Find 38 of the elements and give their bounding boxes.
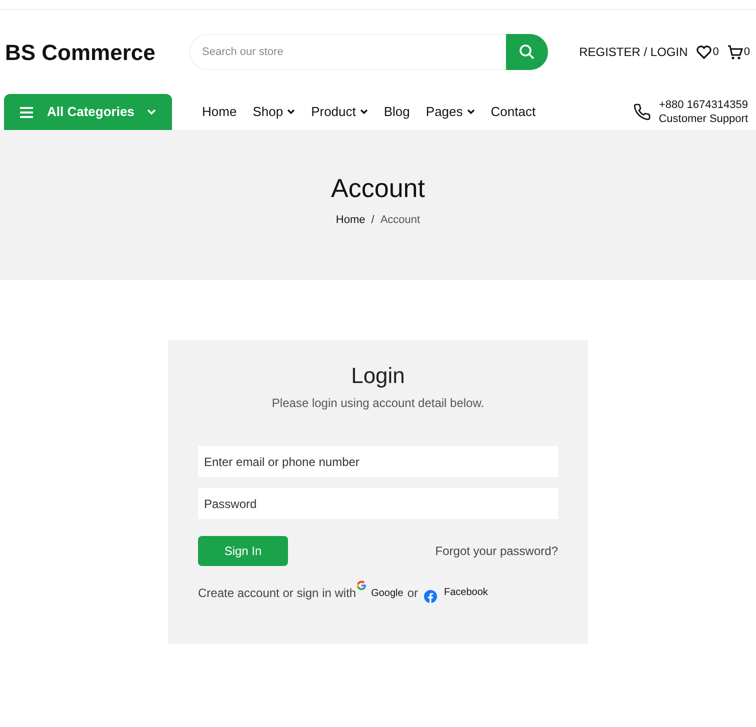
or-text: or [407,585,418,602]
nav-link[interactable]: Contact [490,102,536,122]
facebook-link[interactable]: Facebook [444,585,488,600]
search-button[interactable] [506,34,548,70]
nav-link[interactable]: Home [202,102,237,122]
breadcrumb-item[interactable]: Home [336,212,366,228]
phone-icon [632,103,651,121]
support-label: Customer Support [658,112,748,126]
nav-link[interactable]: Product [311,102,368,122]
nav-link[interactable]: Pages [426,102,475,122]
menu-icon [20,106,33,118]
wishlist-count: 0 [712,44,719,60]
social-prompt: Create account or sign in with [198,585,356,602]
google-link[interactable]: Google [371,586,404,601]
cart-icon[interactable] [726,44,743,60]
forgot-password-link[interactable]: Forgot your password? [435,542,558,560]
page-title: Account [331,172,425,204]
chevron-down-icon [147,109,156,115]
breadcrumb-item: Account [380,213,420,228]
login-subtitle: Please login using account detail below. [270,395,486,412]
cart-count: 0 [744,44,750,60]
chevron-down-icon [287,109,296,115]
chevron-down-icon [466,109,475,115]
facebook-icon[interactable] [424,590,438,603]
heart-icon[interactable] [696,45,712,59]
support-phone[interactable]: +880 1674314359 [658,98,748,112]
email-field[interactable]: Enter email or phone number [198,446,558,477]
breadcrumb-separator: / [371,213,374,228]
nav-link[interactable]: Shop [252,102,296,122]
register-login-link[interactable]: REGISTER / LOGIN [579,43,688,61]
nav-link[interactable]: Blog [384,102,410,122]
password-field[interactable]: Password [198,488,558,519]
chevron-down-icon [360,109,368,115]
site-logo[interactable]: BS Commerce [5,36,189,68]
search-icon [519,44,535,60]
login-title: Login [350,362,406,390]
google-icon[interactable] [356,580,368,591]
search-input[interactable]: Search our store [190,35,506,69]
